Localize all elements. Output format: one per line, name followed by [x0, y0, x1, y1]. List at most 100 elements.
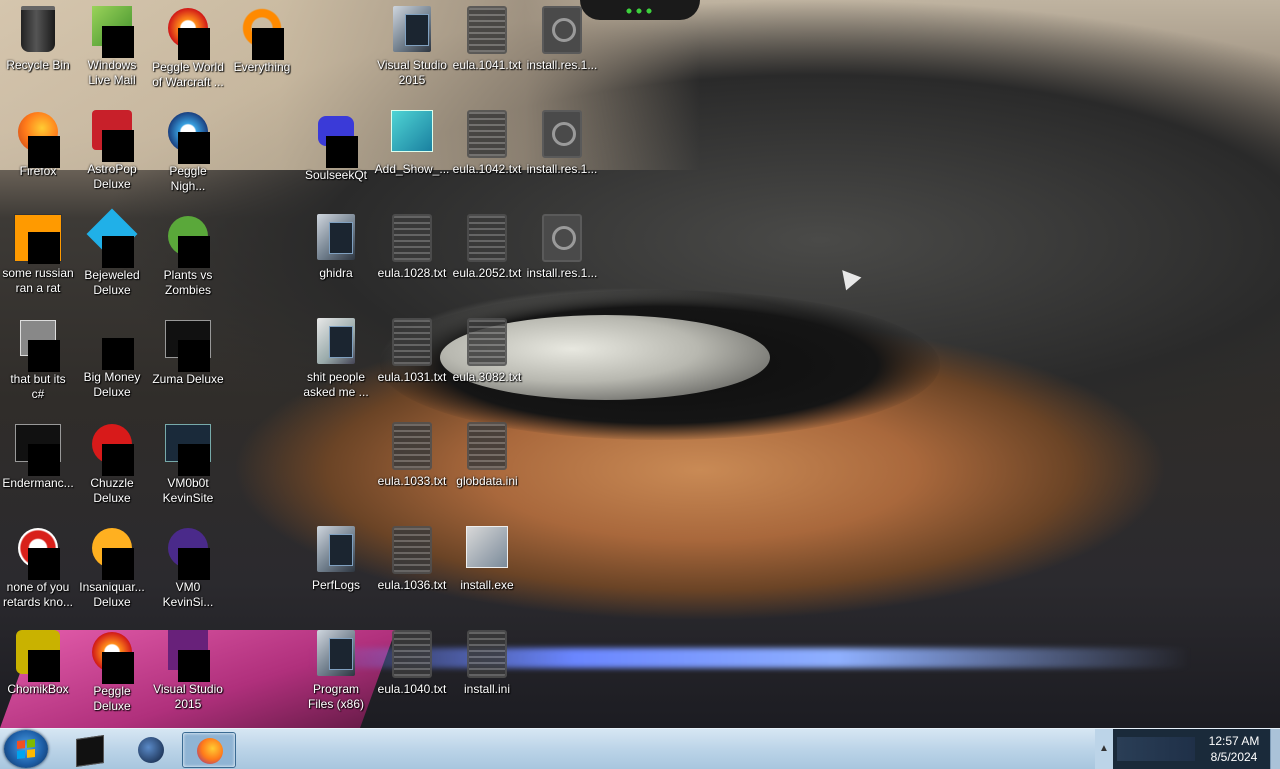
desktop-icon-install-res-1[interactable]: install.res.1... [524, 2, 600, 102]
desktop-icon-eula-1041[interactable]: eula.1041.txt [449, 2, 525, 102]
desktop-icon-peggle-nights[interactable]: Peggle Nigh... [150, 106, 226, 206]
desktop-icon-firefox[interactable]: Firefox [0, 106, 76, 206]
icon-label: Peggle Nigh... [169, 164, 207, 193]
resource-file-icon [538, 214, 586, 262]
desktop-icon-chuzzle-deluxe[interactable]: Chuzzle Deluxe [74, 418, 150, 518]
icon-label: Windows Live Mail [87, 58, 137, 87]
settings-file-icon [463, 630, 511, 678]
app-icon [14, 424, 62, 476]
icon-label: none of you retards kno... [2, 580, 74, 609]
desktop-icon-vm0-kevinsite[interactable]: VM0 KevinSi... [150, 522, 226, 622]
desktop-icon-ghidra[interactable]: ghidra [298, 210, 374, 310]
system-tray: ▲ 12:57 AM 8/5/2024 [1095, 729, 1280, 769]
desktop-icon-eula-1033[interactable]: eula.1033.txt [374, 418, 450, 518]
icon-label: Endermanc... [2, 476, 74, 490]
icon-label: Insaniquar... Deluxe [79, 580, 145, 609]
desktop-icon-vm0b0t-kevinsite[interactable]: VM0b0t KevinSite [150, 418, 226, 518]
desktop-icon-program-files-x86[interactable]: Program Files (x86) [298, 626, 374, 726]
desktop-icon-that-but-its-csharp[interactable]: that but its c# [0, 314, 76, 414]
desktop-icon-some-russian[interactable]: some russian ran a rat [0, 210, 76, 310]
icon-label: Bejeweled Deluxe [84, 268, 140, 297]
mouse-cursor-icon [834, 263, 862, 291]
desktop-icon-endermanch[interactable]: Endermanc... [0, 418, 76, 518]
folder-shortcut-icon [388, 6, 436, 54]
app-icon [312, 116, 360, 168]
desktop-icon-peggle-deluxe[interactable]: Peggle Deluxe [74, 626, 150, 726]
icon-label: install.res.1... [526, 162, 598, 176]
recycle-bin-icon [14, 6, 62, 54]
desktop-icon-peggle-world-of-warcraft[interactable]: Peggle World of Warcraft ... [150, 2, 226, 102]
icon-label: install.res.1... [526, 266, 598, 280]
desktop-icon-eula-1036[interactable]: eula.1036.txt [374, 522, 450, 622]
taskbar-item-globe-app[interactable] [124, 732, 176, 766]
show-hidden-icons-button[interactable]: ▲ [1095, 729, 1113, 769]
icon-label: Recycle Bin [6, 58, 70, 72]
taskbar-item-command-window[interactable] [62, 732, 114, 767]
desktop-icon-install-res-3[interactable]: install.res.1... [524, 210, 600, 310]
icon-label: eula.3082.txt [452, 370, 522, 384]
desktop-icon-zuma-deluxe[interactable]: Zuma Deluxe [150, 314, 226, 414]
game-icon [88, 318, 136, 370]
icon-label: eula.1028.txt [377, 266, 447, 280]
desktop-icon-recycle-bin[interactable]: Recycle Bin [0, 2, 76, 102]
desktop-icon-install-res-2[interactable]: install.res.1... [524, 106, 600, 206]
globe-app-icon [138, 737, 164, 763]
desktop-icon-astropop-deluxe[interactable]: AstroPop Deluxe [74, 106, 150, 206]
desktop-icon-eula-1042[interactable]: eula.1042.txt [449, 106, 525, 206]
desktop-icon-everything[interactable]: Everything [224, 2, 300, 102]
desktop-icon-none-of-you[interactable]: none of you retards kno... [0, 522, 76, 622]
taskbar-item-firefox[interactable] [182, 732, 236, 768]
text-file-icon [388, 214, 436, 262]
tray-icons[interactable] [1117, 737, 1195, 761]
desktop-icon-chomikbox[interactable]: ChomikBox [0, 626, 76, 726]
icon-label: eula.1031.txt [377, 370, 447, 384]
windows-logo-icon [17, 739, 35, 759]
desktop-icon-eula-1040[interactable]: eula.1040.txt [374, 626, 450, 726]
desktop-icon-globdata-ini[interactable]: globdata.ini [449, 418, 525, 518]
text-file-icon [388, 526, 436, 574]
desktop-icon-eula-3082[interactable]: eula.3082.txt [449, 314, 525, 414]
desktop-icon-plants-vs-zombies[interactable]: Plants vs Zombies [150, 210, 226, 310]
icon-label: eula.1033.txt [377, 474, 447, 488]
desktop-icon-eula-2052[interactable]: eula.2052.txt [449, 210, 525, 310]
icon-label: Big Money Deluxe [83, 370, 141, 399]
icon-label: AstroPop Deluxe [87, 162, 137, 191]
desktop-icon-install-ini[interactable]: install.ini [449, 626, 525, 726]
icon-label: Visual Studio 2015 [153, 682, 223, 711]
icon-label: Peggle Deluxe [93, 684, 131, 713]
game-icon [164, 112, 212, 164]
desktop-icon-shit-people-asked-me[interactable]: shit people asked me ... [298, 314, 374, 414]
desktop-icon-visual-studio-2015[interactable]: Visual Studio 2015 [150, 626, 226, 726]
icon-label: Add_Show_... [374, 162, 450, 176]
desktop-icon-insaniquarium-deluxe[interactable]: Insaniquar... Deluxe [74, 522, 150, 622]
game-icon [88, 632, 136, 684]
icon-label: Visual Studio 2015 [377, 58, 447, 87]
icon-label: Everything [233, 60, 291, 74]
game-icon [88, 424, 136, 476]
green-dots [624, 8, 654, 14]
desktop-icon-add-show[interactable]: Add_Show_... [374, 106, 450, 206]
desktop-icon-visual-studio-2015-folder[interactable]: Visual Studio 2015 [374, 2, 450, 102]
clock[interactable]: 12:57 AM 8/5/2024 [1199, 733, 1269, 767]
desktop-icon-windows-live-mail[interactable]: Windows Live Mail [74, 2, 150, 102]
desktop-icon-perflogs[interactable]: PerfLogs [298, 522, 374, 622]
desktop-icon-soulseekqt[interactable]: SoulseekQt [298, 106, 374, 206]
icon-label: ghidra [319, 266, 353, 280]
text-file-icon [388, 422, 436, 470]
game-icon [88, 528, 136, 580]
desktop-icon-bejeweled-deluxe[interactable]: Bejeweled Deluxe [74, 208, 150, 310]
folder-shortcut-icon [312, 526, 360, 574]
game-icon [164, 8, 212, 60]
registry-file-icon [388, 110, 436, 158]
desktop-icon-eula-1031[interactable]: eula.1031.txt [374, 314, 450, 414]
text-file-icon [463, 6, 511, 54]
icon-label: eula.1040.txt [377, 682, 447, 696]
desktop-icon-install-exe[interactable]: install.exe [449, 522, 525, 622]
icon-label: globdata.ini [456, 474, 518, 488]
app-icon [14, 528, 62, 580]
mail-icon [88, 6, 136, 58]
start-button[interactable] [4, 730, 48, 768]
desktop-icon-big-money-deluxe[interactable]: Big Money Deluxe [74, 314, 150, 414]
desktop-icon-eula-1028[interactable]: eula.1028.txt [374, 210, 450, 310]
show-desktop-button[interactable] [1270, 729, 1280, 769]
